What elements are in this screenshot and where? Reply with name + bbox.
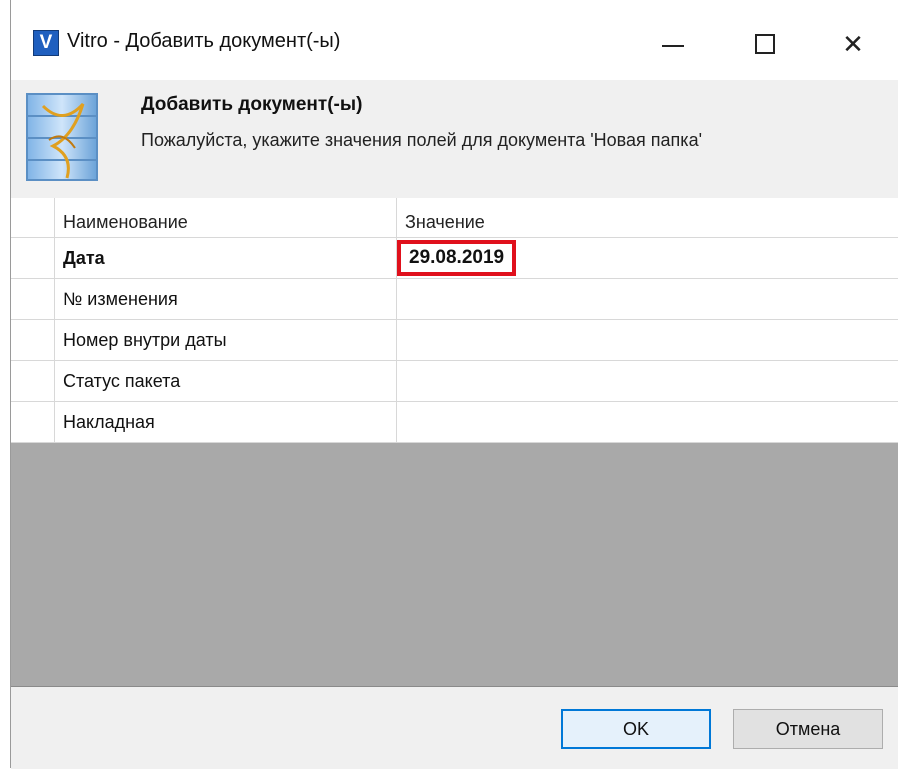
table-row[interactable]: Дата 29.08.2019 bbox=[11, 238, 898, 279]
row-indicator bbox=[11, 361, 55, 401]
title-bar[interactable]: V Vitro - Добавить документ(-ы) ✕ bbox=[11, 0, 898, 80]
table-row[interactable]: Статус пакета bbox=[11, 361, 898, 402]
close-button[interactable]: ✕ bbox=[823, 22, 883, 66]
field-name: Дата bbox=[55, 238, 397, 278]
dialog-window: V Vitro - Добавить документ(-ы) ✕ Добави… bbox=[10, 0, 898, 769]
database-document-icon bbox=[26, 93, 98, 181]
ok-button[interactable]: OK bbox=[561, 709, 711, 749]
grid-header-row: Наименование Значение bbox=[11, 198, 898, 238]
column-header-name[interactable]: Наименование bbox=[55, 198, 397, 237]
dialog-header: Добавить документ(-ы) Пожалуйста, укажит… bbox=[11, 80, 898, 199]
cancel-button[interactable]: Отмена bbox=[733, 709, 883, 749]
field-value-cell[interactable]: 29.08.2019 bbox=[397, 238, 898, 278]
row-indicator bbox=[11, 238, 55, 278]
field-value-cell[interactable] bbox=[397, 320, 898, 360]
header-title: Добавить документ(-ы) bbox=[141, 94, 363, 115]
field-name: Номер внутри даты bbox=[55, 320, 397, 360]
row-indicator bbox=[11, 402, 55, 442]
maximize-icon bbox=[755, 34, 775, 54]
header-subtitle: Пожалуйста, укажите значения полей для д… bbox=[141, 130, 703, 150]
properties-grid: Наименование Значение Дата 29.08.2019 № … bbox=[11, 198, 898, 686]
table-row[interactable]: № изменения bbox=[11, 279, 898, 320]
row-indicator bbox=[11, 198, 55, 237]
table-row[interactable]: Накладная bbox=[11, 402, 898, 443]
maximize-button[interactable] bbox=[735, 22, 795, 66]
minimize-icon bbox=[662, 45, 684, 47]
window-title: Vitro - Добавить документ(-ы) bbox=[67, 30, 341, 52]
field-name: Статус пакета bbox=[55, 361, 397, 401]
field-name: № изменения bbox=[55, 279, 397, 319]
field-name: Накладная bbox=[55, 402, 397, 442]
row-indicator bbox=[11, 320, 55, 360]
app-icon: V bbox=[33, 30, 59, 56]
column-header-value[interactable]: Значение bbox=[397, 198, 898, 237]
grid-table: Наименование Значение Дата 29.08.2019 № … bbox=[11, 198, 898, 443]
close-icon: ✕ bbox=[842, 28, 864, 59]
row-indicator bbox=[11, 279, 55, 319]
table-row[interactable]: Номер внутри даты bbox=[11, 320, 898, 361]
field-value-cell[interactable] bbox=[397, 402, 898, 442]
field-value-cell[interactable] bbox=[397, 361, 898, 401]
date-value[interactable]: 29.08.2019 bbox=[397, 240, 517, 276]
minimize-button[interactable] bbox=[643, 22, 703, 66]
dialog-footer: OK Отмена bbox=[11, 686, 898, 769]
field-value-cell[interactable] bbox=[397, 279, 898, 319]
